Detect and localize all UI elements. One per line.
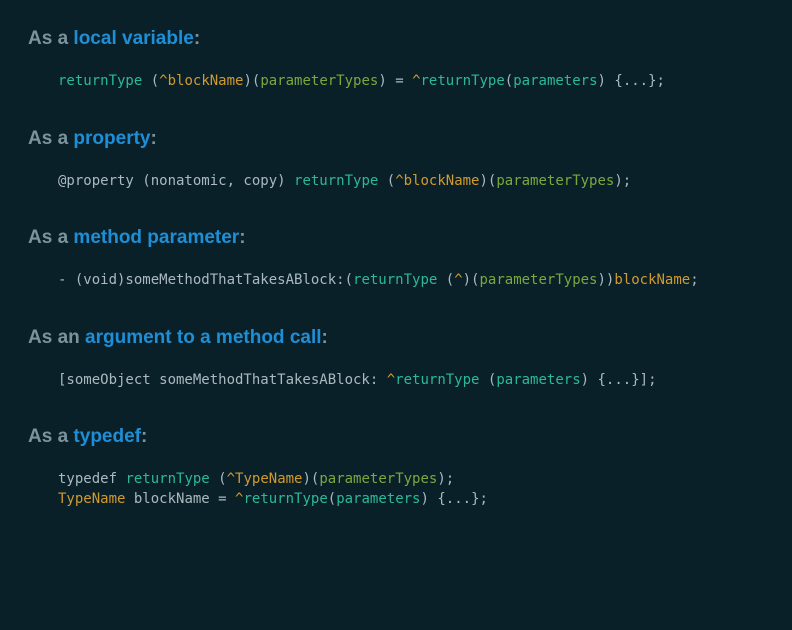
section-argument-method-call: As an argument to a method call: [someOb… <box>28 327 764 391</box>
code-block: returnType (^blockName)(parameterTypes) … <box>28 72 764 92</box>
code-block: @property (nonatomic, copy) returnType (… <box>28 172 764 192</box>
heading-prefix: As a <box>28 28 73 49</box>
heading-prefix: As a <box>28 426 73 447</box>
heading: As an argument to a method call: <box>28 327 764 349</box>
code-block: typedef returnType (^TypeName)(parameter… <box>28 470 764 509</box>
heading-prefix: As a <box>28 128 73 149</box>
heading-colon: : <box>239 227 245 248</box>
heading-emph: local variable <box>73 28 193 49</box>
heading-colon: : <box>194 28 200 49</box>
heading-emph: method parameter <box>73 227 239 248</box>
heading-emph: property <box>73 128 150 149</box>
heading: As a property: <box>28 128 764 150</box>
heading-colon: : <box>322 327 328 348</box>
code-block: [someObject someMethodThatTakesABlock: ^… <box>28 371 764 391</box>
heading: As a typedef: <box>28 426 764 448</box>
section-property: As a property: @property (nonatomic, cop… <box>28 128 764 192</box>
section-local-variable: As a local variable: returnType (^blockN… <box>28 28 764 92</box>
heading-prefix: As an <box>28 327 85 348</box>
section-method-parameter: As a method parameter: - (void)someMetho… <box>28 227 764 291</box>
heading: As a local variable: <box>28 28 764 50</box>
heading-colon: : <box>151 128 157 149</box>
heading: As a method parameter: <box>28 227 764 249</box>
heading-prefix: As a <box>28 227 73 248</box>
heading-colon: : <box>141 426 147 447</box>
code-block: - (void)someMethodThatTakesABlock:(retur… <box>28 271 764 291</box>
section-typedef: As a typedef: typedef returnType (^TypeN… <box>28 426 764 509</box>
heading-emph: typedef <box>73 426 141 447</box>
heading-emph: argument to a method call <box>85 327 321 348</box>
